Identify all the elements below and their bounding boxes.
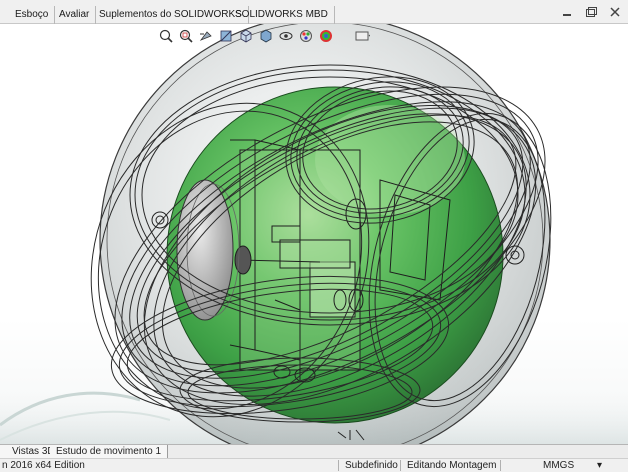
tab-sketch[interactable]: Esboço: [8, 6, 56, 24]
heads-up-view-toolbar: [158, 26, 428, 46]
close-icon[interactable]: [606, 3, 624, 21]
view-settings-icon[interactable]: [354, 28, 372, 44]
zoom-to-fit-icon[interactable]: [158, 28, 174, 44]
graphics-area[interactable]: [0, 24, 628, 444]
assembly-model[interactable]: [0, 24, 628, 444]
edit-appearance-icon[interactable]: [298, 28, 314, 44]
status-divider: [500, 460, 501, 471]
hide-show-items-icon[interactable]: [278, 28, 294, 44]
minimize-icon[interactable]: [558, 3, 576, 21]
unit-system[interactable]: MMGS: [543, 459, 574, 472]
edit-mode-status: Editando Montagem: [407, 460, 497, 471]
model-view-tabs: Vistas 3D Estudo de movimento 1: [0, 444, 628, 458]
unit-system-menu-icon[interactable]: ▾: [597, 459, 602, 472]
display-style-icon[interactable]: [258, 28, 274, 44]
status-divider: [400, 460, 401, 471]
document-window-controls: [556, 3, 626, 21]
zoom-to-area-icon[interactable]: [178, 28, 194, 44]
status-bar: n 2016 x64 Edition Subdefinido Editando …: [0, 458, 628, 472]
tab-solidworks-addins[interactable]: Suplementos do SOLIDWORKS: [92, 6, 249, 24]
previous-view-icon[interactable]: [198, 28, 214, 44]
status-divider: [338, 460, 339, 471]
edition-label: n 2016 x64 Edition: [2, 460, 85, 471]
view-orientation-icon[interactable]: [238, 28, 254, 44]
command-manager-tabs: Esboço Avaliar Suplementos do SOLIDWORKS…: [0, 0, 628, 24]
definition-status: Subdefinido: [345, 460, 398, 471]
apply-scene-icon[interactable]: [318, 28, 334, 44]
restore-icon[interactable]: [582, 3, 600, 21]
tab-evaluate[interactable]: Avaliar: [52, 6, 97, 24]
section-view-icon[interactable]: [218, 28, 234, 44]
tab-motion-study-1[interactable]: Estudo de movimento 1: [50, 445, 169, 458]
tab-solidworks-mbd[interactable]: SOLIDWORKS MBD: [228, 6, 335, 24]
